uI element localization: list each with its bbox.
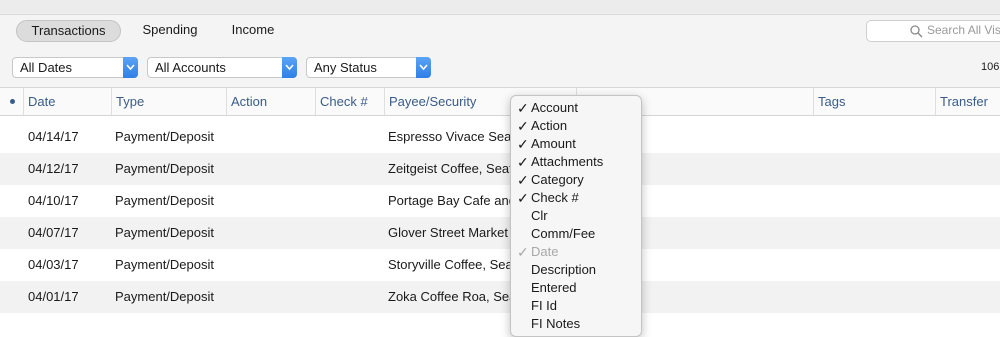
menu-item-amount[interactable]: ✓ Amount (511, 135, 641, 153)
row-payee: Storyville Coffee, Seattle (388, 257, 510, 272)
row-payee: Glover Street Market (388, 225, 508, 240)
table-row[interactable]: 04/14/17 Payment/Deposit Espresso Vivace… (0, 121, 1000, 153)
menu-item-label: Check # (531, 190, 579, 205)
table-row[interactable]: 04/01/17 Payment/Deposit Zoka Coffee Roa… (0, 281, 1000, 313)
checkmark-icon: ✓ (517, 136, 529, 152)
row-payee: Portage Bay Cafe and (388, 193, 510, 208)
row-type: Payment/Deposit (115, 161, 214, 176)
menu-item-check-number[interactable]: ✓ Check # (511, 189, 641, 207)
checkmark-icon: ✓ (517, 118, 529, 134)
menu-item-category[interactable]: ✓ Category (511, 171, 641, 189)
accounts-dropdown-arrow[interactable] (282, 57, 297, 78)
column-header-date[interactable]: Date (24, 88, 112, 115)
menu-item-label: Amount (531, 136, 576, 151)
chevron-down-icon (126, 64, 135, 71)
menu-item-label: FI Id (531, 298, 558, 313)
menu-item-label: Clr (531, 208, 548, 223)
column-header-type[interactable]: Type (112, 88, 227, 115)
row-type: Payment/Deposit (115, 225, 214, 240)
tab-transactions[interactable]: Transactions (16, 20, 121, 42)
column-header-transfer[interactable]: Transfer (936, 88, 1000, 115)
row-date: 04/01/17 (28, 289, 79, 304)
menu-item-date: ✓ Date (511, 243, 641, 261)
tab-spending[interactable]: Spending (132, 20, 208, 40)
checkmark-icon: ✓ (517, 154, 529, 170)
menu-item-label: Description (531, 262, 597, 277)
row-date: 04/14/17 (28, 129, 79, 144)
dates-dropdown[interactable]: All Dates (12, 57, 138, 78)
column-header-tags[interactable]: Tags (814, 88, 936, 115)
table-row[interactable]: 04/03/17 Payment/Deposit Storyville Coff… (0, 249, 1000, 281)
status-dot-icon (10, 99, 15, 104)
menu-item-comm-fee[interactable]: Comm/Fee (511, 225, 641, 243)
menu-item-label: Account (531, 100, 578, 115)
table-row[interactable]: 04/10/17 Payment/Deposit Portage Bay Caf… (0, 185, 1000, 217)
status-dropdown-label: Any Status (314, 60, 377, 75)
row-payee: Zoka Coffee Roa, Seattle (388, 289, 510, 304)
dates-dropdown-arrow[interactable] (123, 57, 138, 78)
menu-item-attachments[interactable]: ✓ Attachments (511, 153, 641, 171)
menu-item-label: FI Notes (531, 316, 581, 331)
row-payee: Zeitgeist Coffee, Seattle (388, 161, 510, 176)
menu-item-entered[interactable]: Entered (511, 279, 641, 297)
menu-item-label: Entered (531, 280, 577, 295)
transaction-count: 106 (981, 61, 1000, 73)
checkmark-icon: ✓ (517, 190, 529, 206)
accounts-dropdown[interactable]: All Accounts (147, 57, 297, 78)
menu-item-label: Comm/Fee (531, 226, 596, 241)
chevron-down-icon (419, 64, 428, 71)
menu-item-label: Attachments (531, 154, 604, 169)
menu-item-account[interactable]: ✓ Account (511, 99, 641, 117)
row-type: Payment/Deposit (115, 289, 214, 304)
search-icon (910, 25, 923, 38)
row-type: Payment/Deposit (115, 129, 214, 144)
column-header-check[interactable]: Check # (316, 88, 385, 115)
row-date: 04/10/17 (28, 193, 79, 208)
column-header-status[interactable] (0, 88, 24, 115)
row-date: 04/03/17 (28, 257, 79, 272)
menu-item-label: Category (531, 172, 584, 187)
window-top-strip (0, 0, 1000, 15)
menu-item-fi-id[interactable]: FI Id (511, 297, 641, 315)
checkmark-icon: ✓ (517, 244, 529, 260)
row-payee: Espresso Vivace Seattle (388, 129, 510, 144)
table-row[interactable]: 04/12/17 Payment/Deposit Zeitgeist Coffe… (0, 153, 1000, 185)
row-type: Payment/Deposit (115, 257, 214, 272)
chevron-down-icon (285, 64, 294, 71)
column-header-row: Date Type Action Check # Payee/Security … (0, 87, 1000, 116)
tab-income[interactable]: Income (222, 20, 284, 40)
column-header-action[interactable]: Action (227, 88, 316, 115)
table-row[interactable]: 04/07/17 Payment/Deposit Glover Street M… (0, 217, 1000, 249)
menu-item-description[interactable]: Description (511, 261, 641, 279)
menu-item-fi-notes[interactable]: FI Notes (511, 315, 641, 333)
status-dropdown[interactable]: Any Status (306, 57, 431, 78)
checkmark-icon: ✓ (517, 172, 529, 188)
menu-item-label: Action (531, 118, 568, 133)
checkmark-icon: ✓ (517, 100, 529, 116)
search-field[interactable]: Search All Vis (866, 20, 1000, 42)
status-dropdown-arrow[interactable] (416, 57, 431, 78)
row-date: 04/12/17 (28, 161, 79, 176)
row-type: Payment/Deposit (115, 193, 214, 208)
menu-item-clr[interactable]: Clr (511, 207, 641, 225)
menu-item-action[interactable]: ✓ Action (511, 117, 641, 135)
menu-item-label: Date (531, 244, 559, 259)
accounts-dropdown-label: All Accounts (155, 60, 226, 75)
search-placeholder: Search All Vis (927, 23, 1000, 37)
column-chooser-menu: ✓ Account ✓ Action ✓ Amount ✓ Attachments ✓ C… (510, 95, 642, 337)
dates-dropdown-label: All Dates (20, 60, 73, 75)
toolbar: Transactions Spending Income Search All … (0, 15, 1000, 87)
row-date: 04/07/17 (28, 225, 79, 240)
